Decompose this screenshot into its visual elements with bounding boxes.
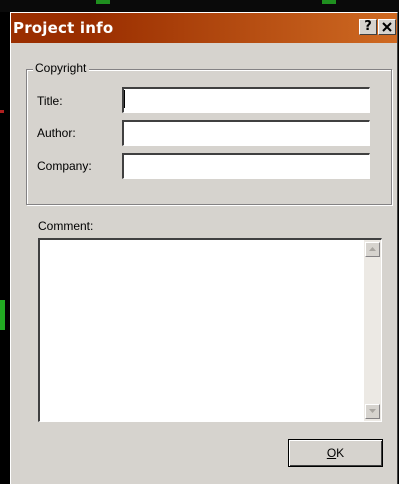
comment-scrollbar[interactable] [364, 240, 381, 421]
background-green-mark [96, 0, 110, 4]
arrow-up-icon [369, 247, 376, 251]
background-green-mark [322, 0, 336, 4]
project-info-dialog: Project info ? Copyright Title: Author: … [10, 12, 398, 484]
author-label: Author: [37, 126, 76, 140]
title-label: Title: [37, 94, 63, 108]
ok-button[interactable]: OK [288, 439, 383, 467]
company-field[interactable] [122, 153, 370, 179]
dialog-title: Project info [13, 19, 114, 37]
arrow-down-icon [369, 409, 376, 413]
titlebar[interactable]: Project info ? [11, 13, 397, 43]
help-button[interactable]: ? [359, 19, 377, 35]
background-red-mark [0, 110, 4, 113]
text-caret [124, 90, 125, 108]
background-app [0, 0, 399, 12]
close-button[interactable] [378, 19, 396, 35]
ok-label-rest: K [336, 445, 345, 460]
close-icon [382, 22, 392, 32]
comment-textarea[interactable] [38, 238, 382, 422]
ok-mnemonic: O [326, 445, 337, 460]
company-label: Company: [37, 159, 92, 173]
scroll-down-button[interactable] [365, 404, 380, 419]
title-field[interactable] [122, 87, 370, 113]
comment-label: Comment: [38, 219, 94, 233]
scroll-up-button[interactable] [365, 242, 380, 257]
background-green-mark [0, 300, 5, 330]
author-field[interactable] [122, 120, 370, 146]
copyright-group-label: Copyright [33, 61, 90, 75]
